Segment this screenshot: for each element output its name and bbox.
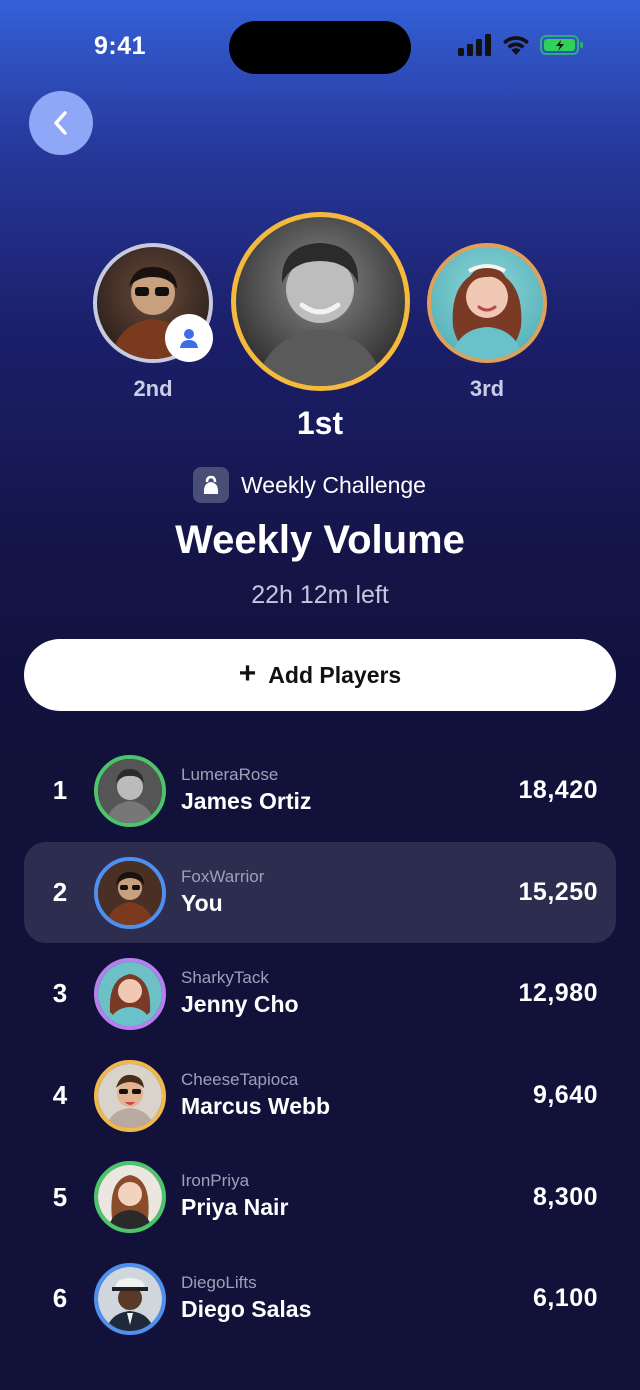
person-avatar-icon: [98, 1063, 162, 1128]
podium-rank-second: 2nd: [133, 376, 173, 401]
person-avatar-icon: [98, 962, 162, 1027]
player-handle: LumeraRose: [181, 765, 279, 784]
player-avatar: [94, 1262, 166, 1335]
status-bar: 9:41: [0, 0, 640, 95]
player-name: Diego Salas: [181, 1295, 312, 1322]
person-avatar-icon: [98, 860, 162, 925]
challenge-tag: Weekly Challenge: [193, 467, 426, 503]
player-score: 18,420: [518, 776, 598, 805]
leaderboard-row[interactable]: 3 SharkyTack Jenny Cho 12,980: [24, 943, 616, 1045]
player-avatar: [94, 1161, 166, 1234]
player-score: 6,100: [532, 1284, 598, 1313]
player-name: You: [181, 889, 223, 916]
player-avatar: [94, 755, 166, 827]
challenge-title: Weekly Volume: [175, 518, 465, 562]
leaderboard-list: 1 LumeraRose James Ortiz 18,420 2 FoxWar…: [24, 740, 616, 1350]
player-handle: IronPriya: [181, 1171, 250, 1191]
dynamic-island: [229, 21, 411, 74]
row-rank: 5: [52, 1181, 68, 1212]
player-handle: SharkyTack: [181, 968, 269, 988]
add-players-label: Add Players: [268, 661, 402, 688]
status-icons: [458, 34, 584, 56]
chevron-left-icon: [54, 111, 67, 135]
leaderboard-row[interactable]: 6 DiegoLifts Diego Salas 6,100: [24, 1248, 616, 1350]
battery-icon: [540, 35, 583, 55]
add-players-button[interactable]: + Add Players: [24, 639, 616, 711]
player-score: 12,980: [518, 979, 598, 1008]
player-name: Marcus Webb: [181, 1092, 331, 1119]
status-time: 9:41: [94, 32, 147, 60]
kettlebell-icon: [193, 467, 229, 503]
signal-icon: [458, 34, 491, 56]
row-rank: 4: [52, 1080, 68, 1111]
podium-rank-third: 3rd: [469, 376, 505, 401]
podium-rank-first: 1st: [296, 405, 344, 441]
person-avatar-icon: [98, 759, 162, 823]
wifi-icon: [503, 36, 529, 55]
player-handle: FoxWarrior: [181, 866, 265, 886]
row-rank: 3: [52, 978, 68, 1009]
person-avatar-icon: [451, 264, 523, 359]
person-icon: [180, 329, 198, 348]
you-badge: [165, 314, 213, 362]
podium-avatar-first[interactable]: [231, 212, 410, 391]
player-score: 8,300: [532, 1182, 598, 1211]
player-score: 15,250: [518, 877, 598, 906]
plus-icon: +: [238, 656, 257, 690]
row-rank: 2: [52, 876, 68, 907]
player-name: James Ortiz: [181, 788, 312, 814]
player-handle: CheeseTapioca: [181, 1069, 299, 1089]
player-name: Priya Nair: [181, 1194, 289, 1221]
challenge-time-left: 22h 12m left: [251, 581, 389, 609]
player-name: Jenny Cho: [181, 991, 299, 1018]
player-handle: DiegoLifts: [181, 1272, 257, 1292]
podium-avatar-third[interactable]: [427, 243, 547, 363]
person-avatar-icon: [256, 243, 384, 386]
challenge-tag-label: Weekly Challenge: [241, 471, 426, 498]
row-rank: 1: [52, 775, 68, 806]
person-avatar-icon: [98, 1165, 162, 1230]
row-rank: 6: [52, 1283, 68, 1314]
person-avatar-icon: [98, 1266, 162, 1331]
back-button[interactable]: [29, 91, 93, 155]
player-avatar: [94, 856, 166, 929]
player-score: 9,640: [532, 1081, 598, 1110]
leaderboard-row[interactable]: 4 CheeseTapioca Marcus Webb 9,640: [24, 1045, 616, 1147]
leaderboard-row-current-user[interactable]: 2 FoxWarrior You 15,250: [24, 841, 616, 944]
leaderboard-row[interactable]: 5 IronPriya Priya Nair 8,300: [24, 1146, 616, 1248]
leaderboard-row[interactable]: 1 LumeraRose James Ortiz 18,420: [24, 740, 616, 842]
player-avatar: [94, 958, 166, 1031]
player-avatar: [94, 1059, 166, 1132]
